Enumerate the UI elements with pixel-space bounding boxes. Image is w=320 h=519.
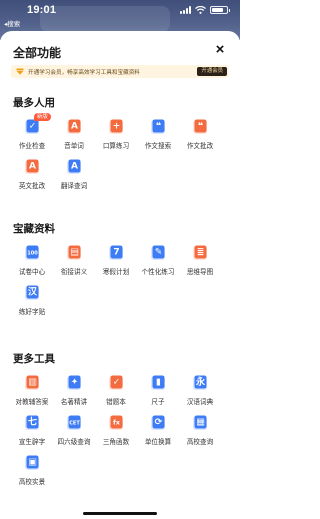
exam-paper-icon: 100 bbox=[24, 245, 40, 261]
copybook-icon: 汉 bbox=[24, 285, 40, 301]
cellular-signal-icon bbox=[180, 6, 191, 14]
english-correction-icon: A bbox=[24, 159, 40, 175]
essay-search-icon: ❝ bbox=[150, 119, 166, 135]
feature-label: 作文批改 bbox=[186, 143, 214, 150]
rare-char-icon: 七 bbox=[24, 415, 40, 431]
close-button[interactable]: × bbox=[212, 42, 228, 58]
word-dictation-icon: A bbox=[66, 119, 82, 135]
feature-label: 翻译查词 bbox=[60, 183, 88, 190]
essay-correction-icon: ❝ bbox=[192, 119, 208, 135]
mind-map-icon: ≣ bbox=[192, 245, 208, 261]
feature-tile[interactable]: 永汉语词典 bbox=[177, 375, 223, 411]
diamond-icon bbox=[16, 68, 24, 76]
section-title: 更多工具 bbox=[13, 353, 55, 365]
svg-text:≣: ≣ bbox=[197, 248, 205, 258]
feature-tile[interactable]: ❝ 作文批改 bbox=[177, 119, 223, 155]
classics-icon: ✦ bbox=[66, 375, 82, 391]
svg-text:七: 七 bbox=[28, 416, 37, 428]
feature-label: 练好字贴 bbox=[18, 309, 46, 316]
campus-view-icon: ▣ bbox=[24, 455, 40, 471]
university-icon: ▦ bbox=[192, 415, 208, 431]
svg-text:汉: 汉 bbox=[28, 286, 38, 298]
feature-label: 高校实景 bbox=[18, 479, 46, 486]
back-to-search-link[interactable]: ◂搜索 bbox=[4, 18, 20, 28]
status-time: 19:01 bbox=[27, 4, 57, 16]
svg-text:❝: ❝ bbox=[198, 122, 203, 132]
section-title: 宝藏资料 bbox=[13, 223, 55, 235]
status-indicators bbox=[180, 6, 230, 14]
mistake-book-icon: ✓ bbox=[108, 375, 124, 391]
bridge-notes-icon: ▤ bbox=[66, 245, 82, 261]
feature-tile[interactable]: ≣ 思维导图 bbox=[177, 245, 223, 281]
feature-tile[interactable]: ▦ 高校查询 bbox=[177, 415, 223, 451]
section-title: 最多人用 bbox=[13, 97, 55, 109]
personal-practice-icon: ✎ bbox=[150, 245, 166, 261]
svg-text:A: A bbox=[29, 162, 36, 172]
svg-text:✓: ✓ bbox=[29, 122, 37, 132]
new-badge: 新版 bbox=[34, 113, 51, 121]
svg-text:⟳: ⟳ bbox=[155, 418, 163, 428]
status-bar: 19:01 ◂搜索 bbox=[0, 0, 240, 28]
svg-text:▦: ▦ bbox=[196, 418, 205, 428]
wifi-icon bbox=[195, 6, 206, 14]
svg-text:✦: ✦ bbox=[71, 378, 79, 388]
svg-text:✎: ✎ bbox=[155, 248, 163, 258]
feature-label: 汉语词典 bbox=[186, 399, 214, 406]
ruler-icon: ▮ bbox=[150, 375, 166, 391]
svg-text:▥: ▥ bbox=[28, 378, 37, 388]
svg-text:▣: ▣ bbox=[28, 458, 37, 468]
winter-plan-icon: 7 bbox=[108, 245, 124, 261]
svg-text:fx: fx bbox=[113, 419, 121, 427]
feature-tile[interactable]: ▣ 高校实景 bbox=[9, 455, 55, 491]
svg-text:▤: ▤ bbox=[70, 248, 79, 258]
answer-book-icon: ▥ bbox=[24, 375, 40, 391]
cet-icon: CET bbox=[66, 415, 82, 431]
sheet-title: 全部功能 bbox=[13, 46, 62, 60]
membership-promo-banner[interactable]: 开通学习会员，畅享高效学习工具和宝藏资料 开通会员 bbox=[11, 65, 229, 78]
svg-text:7: 7 bbox=[113, 248, 119, 258]
feature-label: 高校查询 bbox=[186, 439, 214, 446]
battery-icon bbox=[210, 6, 230, 14]
translate-icon: A bbox=[66, 159, 82, 175]
svg-text:✓: ✓ bbox=[113, 378, 121, 388]
unit-convert-icon: ⟳ bbox=[150, 415, 166, 431]
feature-tile[interactable]: 汉练好字贴 bbox=[9, 285, 55, 321]
promo-text: 开通学习会员，畅享高效学习工具和宝藏资料 bbox=[28, 69, 140, 76]
svg-text:100: 100 bbox=[27, 251, 38, 257]
feature-label: 思维导图 bbox=[186, 269, 214, 276]
svg-text:A: A bbox=[71, 122, 78, 132]
home-indicator bbox=[83, 512, 157, 515]
svg-text:+: + bbox=[113, 122, 121, 132]
svg-text:CET: CET bbox=[69, 421, 80, 427]
homework-check-icon: ✓ bbox=[24, 119, 40, 135]
trig-icon: fx bbox=[108, 415, 124, 431]
svg-text:A: A bbox=[71, 162, 78, 172]
svg-text:▮: ▮ bbox=[156, 378, 161, 388]
mental-math-icon: + bbox=[108, 119, 124, 135]
open-membership-button[interactable]: 开通会员 bbox=[197, 67, 227, 76]
all-features-sheet: 全部功能 × 开通学习会员，畅享高效学习工具和宝藏资料 开通会员 最多人用 ✓ 新版… bbox=[0, 31, 240, 519]
dictionary-icon: 永 bbox=[192, 375, 208, 391]
svg-text:永: 永 bbox=[195, 376, 206, 388]
svg-text:❝: ❝ bbox=[156, 122, 161, 132]
feature-tile[interactable]: A 翻译查词 bbox=[51, 159, 97, 195]
